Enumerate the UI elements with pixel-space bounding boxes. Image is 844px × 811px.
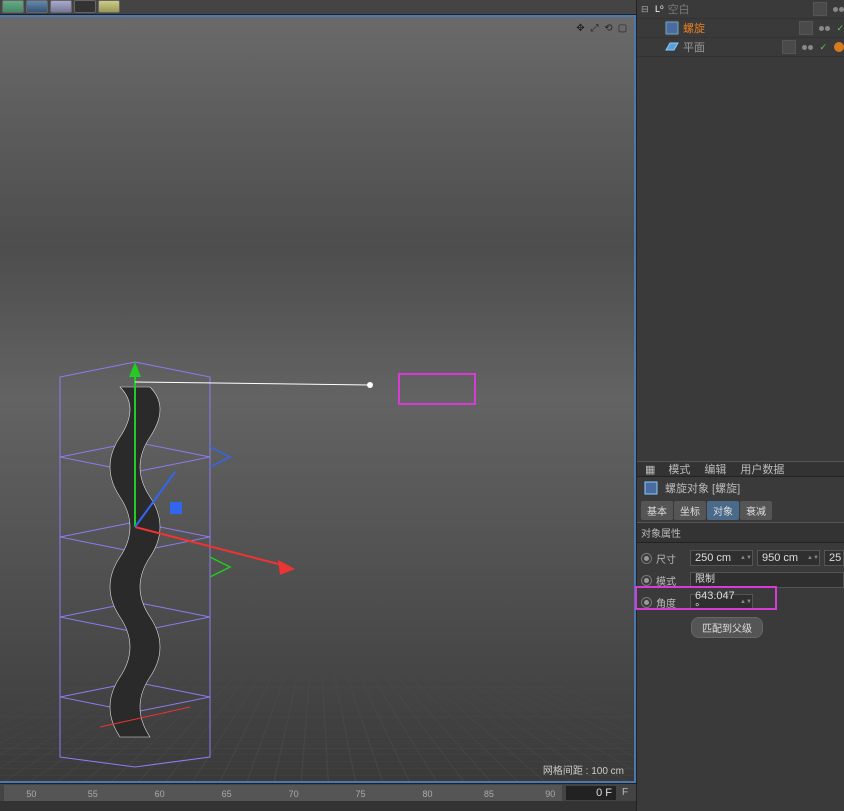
timeline-tick: 55	[88, 789, 98, 799]
null-icon: L⁰	[655, 4, 664, 15]
attribute-title: 螺旋对象 [螺旋]	[637, 477, 844, 499]
tool-cube-icon[interactable]	[2, 0, 24, 13]
grid-mode-icon[interactable]: ▦	[645, 463, 654, 476]
timeline-tick: 60	[155, 789, 165, 799]
layer-toggle[interactable]	[813, 2, 827, 16]
plane-icon	[665, 40, 679, 54]
size-label: 尺寸	[656, 551, 686, 566]
vp-move-icon[interactable]: ✥	[575, 23, 586, 34]
viewport-drag-highlight	[398, 373, 476, 405]
attribute-menu: ▦ 模式 编辑 用户数据	[637, 461, 844, 477]
tab-object[interactable]: 对象	[707, 501, 739, 520]
frame-field[interactable]: 0 F	[566, 786, 616, 800]
tab-coord[interactable]: 坐标	[674, 501, 706, 520]
layer-toggle[interactable]	[799, 21, 813, 35]
object-row-helix[interactable]: 螺旋 ✓	[637, 19, 844, 38]
tool-camera-icon[interactable]	[74, 0, 96, 13]
tool-edge-icon[interactable]	[50, 0, 72, 13]
size-y-input[interactable]: 950 cm▲▼	[757, 550, 820, 566]
timeline-tick: 85	[484, 789, 494, 799]
fit-parent-button[interactable]: 匹配到父级	[691, 617, 763, 638]
timeline[interactable]: 50 55 60 65 70 75 80 85 90 0 F F	[0, 783, 636, 801]
angle-highlight-box	[635, 586, 777, 610]
timeline-tick: 70	[289, 789, 299, 799]
tab-falloff[interactable]: 衰减	[740, 501, 772, 520]
layer-toggle[interactable]	[782, 40, 796, 54]
size-x-input[interactable]: 250 cm▲▼	[690, 550, 753, 566]
tab-basic[interactable]: 基本	[641, 501, 673, 520]
menu-mode[interactable]: 模式	[668, 461, 690, 477]
timeline-tick: 50	[26, 789, 36, 799]
attribute-title-label: 螺旋对象 [螺旋]	[665, 480, 740, 496]
timeline-tick: 80	[423, 789, 433, 799]
grid-spacing-label: 网格间距 : 100 cm	[543, 762, 624, 777]
attribute-tabs: 基本 坐标 对象 衰减	[637, 499, 844, 522]
deformer-icon	[665, 21, 679, 35]
vp-frame-icon[interactable]: ▢	[617, 23, 628, 34]
object-row-null[interactable]: ⊟ L⁰ 空白	[637, 0, 844, 19]
enable-check-icon[interactable]: ✓	[836, 23, 844, 34]
timeline-tick: 90	[545, 789, 555, 799]
top-toolbar	[0, 0, 636, 15]
menu-userdata[interactable]: 用户数据	[740, 461, 784, 477]
vp-rotate-icon[interactable]: ⟲	[603, 23, 614, 34]
vp-scale-icon[interactable]: ⤢	[589, 23, 600, 34]
anim-dot-icon[interactable]	[641, 575, 652, 586]
object-label[interactable]: 空白	[668, 1, 809, 17]
deformer-icon	[643, 480, 659, 496]
frame-unit-label: F	[622, 787, 632, 798]
timeline-tick: 75	[356, 789, 366, 799]
timeline-tick: 65	[222, 789, 232, 799]
object-row-plane[interactable]: 平面 ✓	[637, 38, 844, 57]
enable-check-icon[interactable]: ✓	[819, 42, 827, 53]
tool-poly-icon[interactable]	[26, 0, 48, 13]
object-label[interactable]: 平面	[683, 39, 778, 55]
size-z-input[interactable]: 25	[824, 550, 844, 566]
perspective-viewport[interactable]: ✥ ⤢ ⟲ ▢	[0, 15, 636, 783]
anim-dot-icon[interactable]	[641, 553, 652, 564]
phong-tag-icon[interactable]	[834, 42, 844, 52]
viewport-grid	[0, 401, 634, 781]
menu-edit[interactable]: 编辑	[704, 461, 726, 477]
section-header: 对象属性	[637, 522, 844, 543]
tool-light-icon[interactable]	[98, 0, 120, 13]
object-label[interactable]: 螺旋	[683, 20, 795, 36]
expand-icon[interactable]: ⊟	[641, 4, 651, 15]
object-manager[interactable]: ⊟ L⁰ 空白 螺旋 ✓ 平面 ✓	[637, 0, 844, 461]
timeline-track[interactable]: 50 55 60 65 70 75 80 85 90	[4, 785, 562, 801]
attribute-body: 尺寸 250 cm▲▼ 950 cm▲▼ 25 模式 限制 角度 643.047…	[637, 543, 844, 642]
param-size-row: 尺寸 250 cm▲▼ 950 cm▲▼ 25	[641, 547, 844, 569]
